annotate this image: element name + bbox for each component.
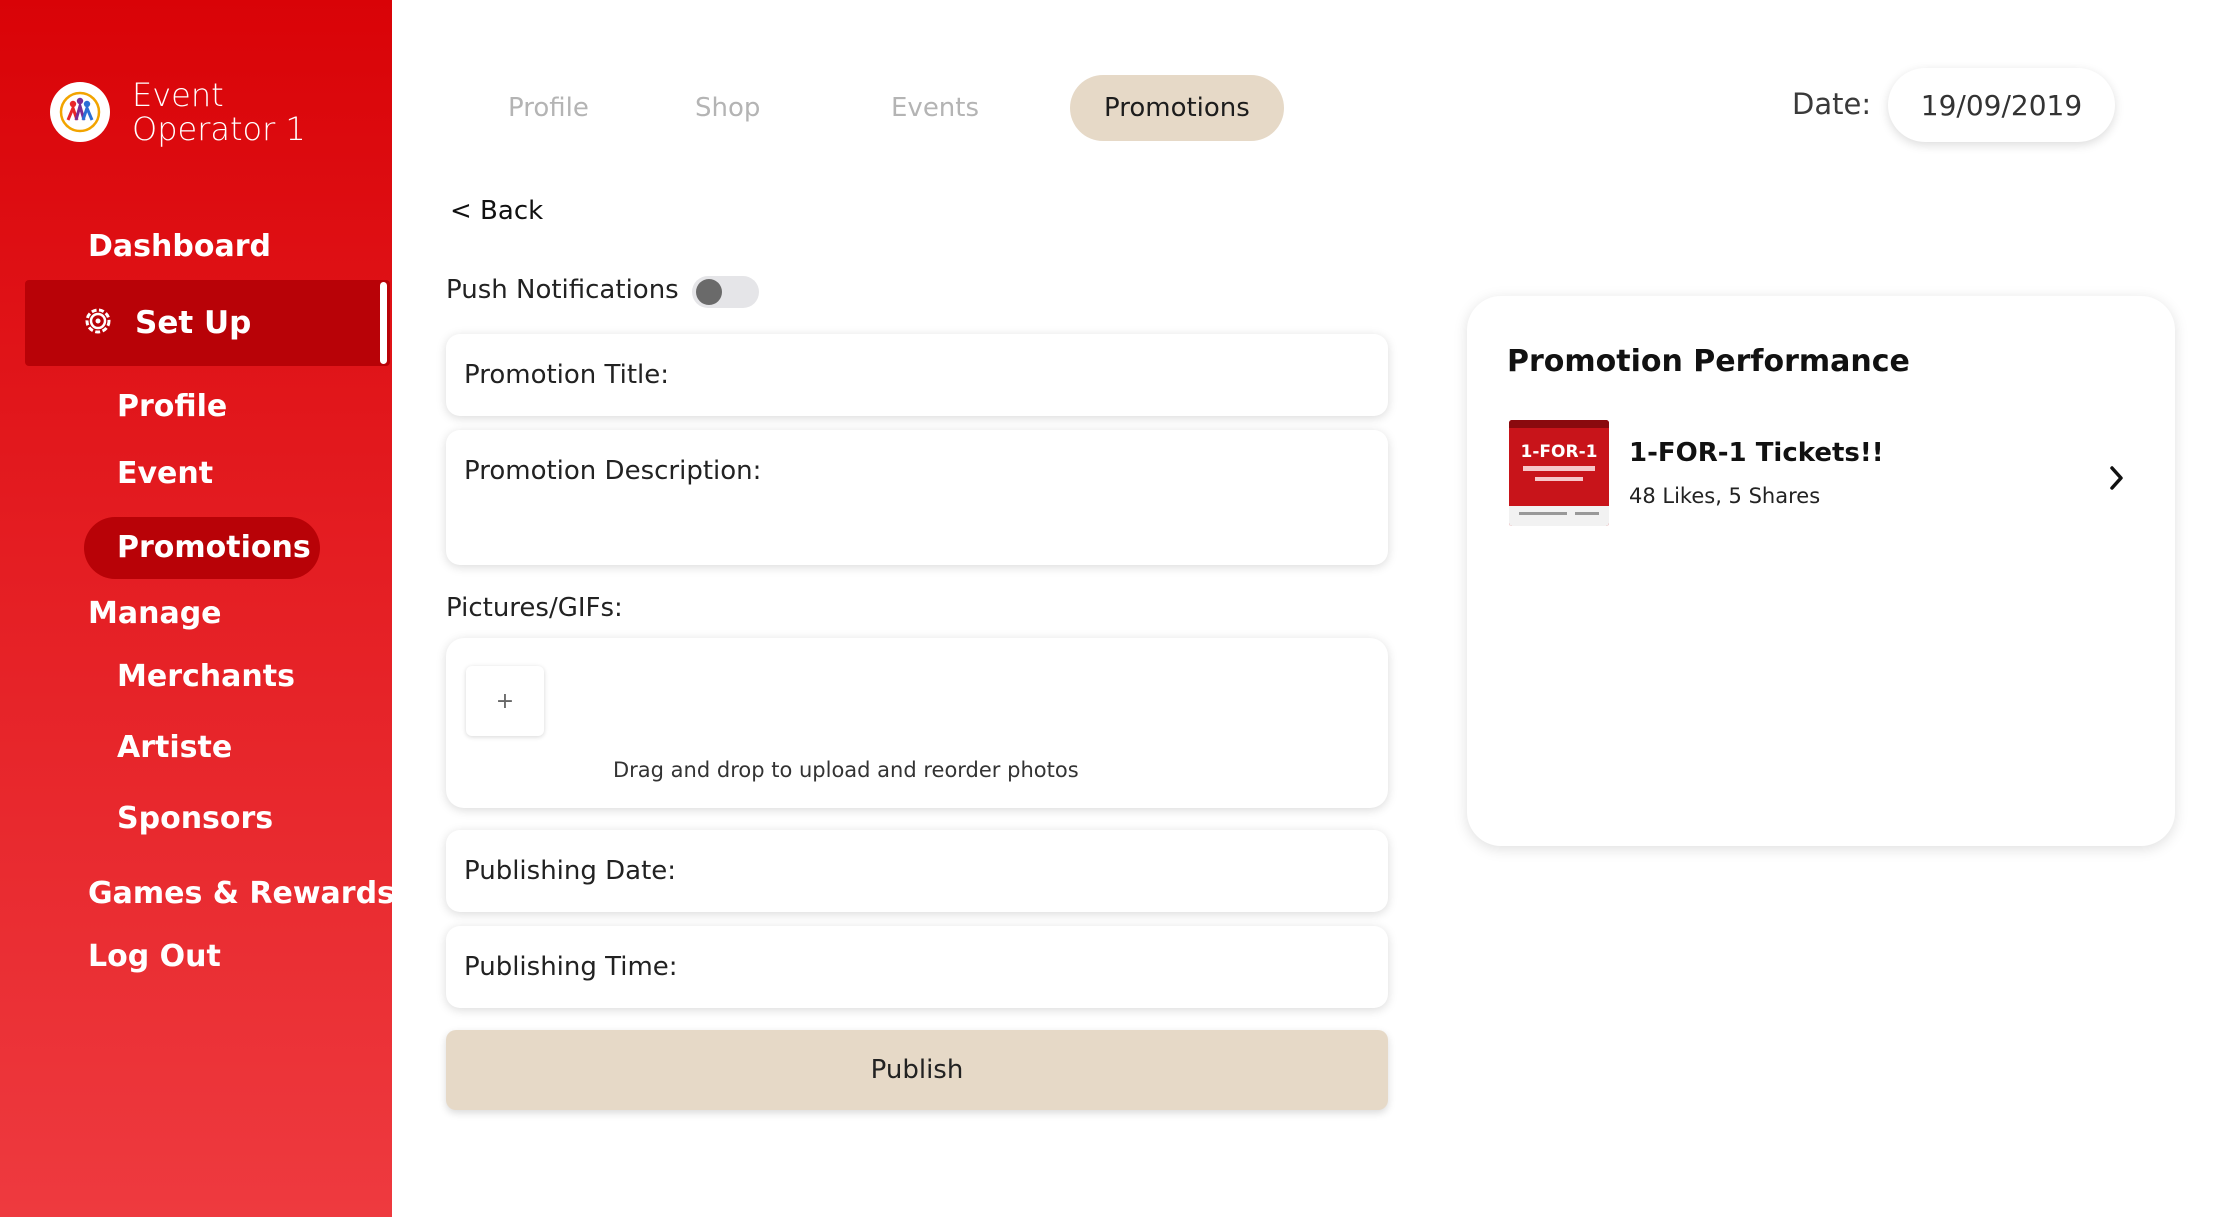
promotion-item-title[interactable]: 1-FOR-1 Tickets!! (1629, 438, 1884, 468)
nav-profile[interactable]: Profile (117, 389, 227, 424)
toggle-knob (696, 279, 722, 305)
tab-events[interactable]: Events (891, 75, 979, 141)
upload-hint: Drag and drop to upload and reorder phot… (613, 758, 1079, 782)
promotion-title-field[interactable]: Promotion Title: (446, 334, 1388, 416)
promotion-title-label: Promotion Title: (464, 360, 670, 390)
add-photo-button[interactable]: + (466, 666, 544, 736)
publishing-time-field[interactable]: Publishing Time: (446, 926, 1388, 1008)
promotion-description-label: Promotion Description: (464, 456, 762, 486)
publishing-date-field[interactable]: Publishing Date: (446, 830, 1388, 912)
promotion-thumbnail[interactable]: 1-FOR-1 (1509, 420, 1609, 526)
thumbnail-text: 1-FOR-1 (1521, 442, 1598, 462)
nav-promotions[interactable]: Promotions (117, 530, 311, 565)
nav-manage[interactable]: Manage (88, 596, 222, 631)
date-label: Date: (1792, 87, 1872, 121)
performance-title: Promotion Performance (1507, 344, 1910, 379)
setup-gear-icon (81, 304, 115, 342)
promotion-item-stats: 48 Likes, 5 Shares (1629, 484, 1821, 508)
push-notifications-label: Push Notifications (446, 275, 679, 305)
date-picker[interactable]: 19/09/2019 (1888, 68, 2115, 142)
tab-shop[interactable]: Shop (695, 75, 760, 141)
brand: Event Operator 1 (50, 78, 306, 146)
tab-profile[interactable]: Profile (508, 75, 589, 141)
chevron-right-icon[interactable] (2107, 464, 2127, 492)
nav-merchants[interactable]: Merchants (117, 659, 295, 694)
nav-sponsors[interactable]: Sponsors (117, 801, 273, 836)
nav-dashboard[interactable]: Dashboard (88, 229, 271, 264)
pictures-label: Pictures/GIFs: (446, 593, 623, 623)
promotion-performance-card: Promotion Performance 1-FOR-1 1-FOR-1 Ti… (1467, 296, 2175, 846)
publishing-time-label: Publishing Time: (464, 952, 678, 982)
nav-setup[interactable]: Set Up (25, 280, 390, 366)
brand-name: Event Operator 1 (132, 78, 306, 146)
brand-line-1: Event (132, 76, 224, 114)
brand-line-2: Operator 1 (132, 110, 306, 148)
back-link[interactable]: < Back (450, 196, 543, 226)
nav-setup-label: Set Up (135, 305, 252, 341)
publishing-date-label: Publishing Date: (464, 856, 677, 886)
nav-event[interactable]: Event (117, 456, 213, 491)
sidebar: Event Operator 1 Dashboard Set Up Profil… (0, 0, 395, 1217)
promotion-description-field[interactable]: Promotion Description: (446, 430, 1388, 565)
nav-artiste[interactable]: Artiste (117, 730, 232, 765)
plus-icon: + (495, 688, 515, 714)
publish-button[interactable]: Publish (446, 1030, 1388, 1110)
brand-logo-icon (50, 82, 110, 142)
nav-logout[interactable]: Log Out (88, 939, 221, 974)
push-notifications-toggle[interactable] (692, 276, 759, 308)
sidebar-scrollbar[interactable] (380, 282, 387, 364)
tab-promotions[interactable]: Promotions (1070, 75, 1284, 141)
nav-games-rewards[interactable]: Games & Rewards (88, 876, 395, 911)
photo-upload-area[interactable]: + Drag and drop to upload and reorder ph… (446, 638, 1388, 808)
